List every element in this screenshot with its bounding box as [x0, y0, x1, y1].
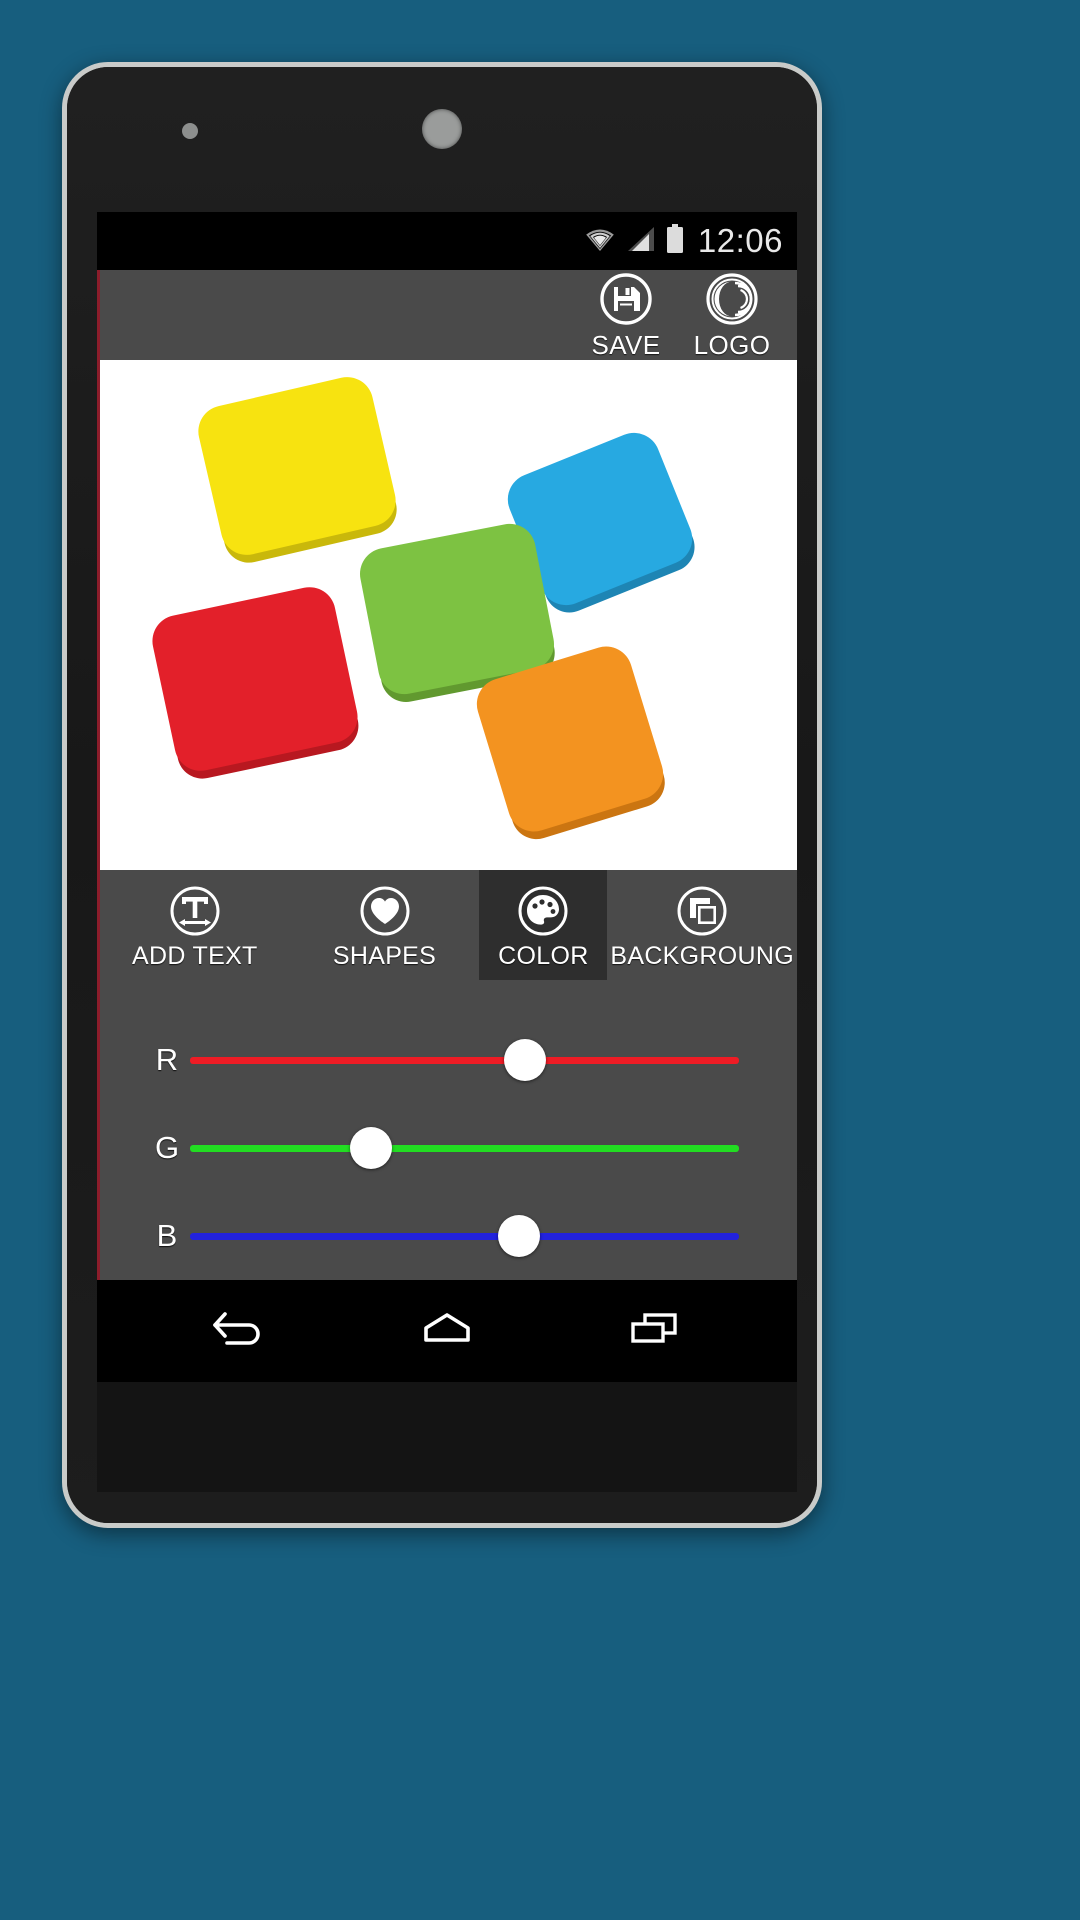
slider-g[interactable] — [190, 1127, 739, 1169]
battery-icon — [665, 223, 685, 259]
cellular-signal-icon — [626, 225, 656, 258]
logo-swirl-icon — [705, 272, 759, 331]
slider-b[interactable] — [190, 1215, 739, 1257]
slider-track-b — [190, 1232, 739, 1240]
slider-row-r: R — [144, 1016, 739, 1104]
slider-row-b: B — [144, 1192, 739, 1280]
tool-shapes[interactable]: SHAPES — [290, 870, 480, 980]
slider-label-r: R — [155, 1042, 179, 1077]
slider-r[interactable] — [190, 1039, 739, 1081]
recents-button[interactable] — [599, 1295, 709, 1365]
android-navigation-bar — [97, 1280, 797, 1380]
layers-background-icon — [676, 885, 728, 942]
phone-screen: 12:06 SAVE LOGO ADD TEXT SHAPES COLOR BA… — [97, 212, 797, 1382]
proximity-sensor-icon — [182, 123, 198, 139]
tool-background[interactable]: BACKGROUNG — [607, 870, 797, 980]
logo-button[interactable]: LOGO — [679, 272, 785, 358]
home-button[interactable] — [392, 1295, 502, 1365]
slider-track-g — [190, 1144, 739, 1152]
text-tool-icon — [169, 885, 221, 942]
tool-background-label: BACKGROUNG — [610, 942, 794, 970]
front-camera-icon — [422, 109, 462, 149]
save-button[interactable]: SAVE — [573, 272, 679, 358]
heart-shape-icon — [359, 885, 411, 942]
tool-color-label: COLOR — [498, 942, 589, 970]
wifi-icon — [583, 225, 617, 258]
status-bar: 12:06 — [97, 212, 797, 270]
rgb-slider-panel: R G B — [97, 980, 797, 1280]
yellow-rounded-square[interactable] — [193, 371, 401, 561]
slider-thumb-r[interactable] — [503, 1039, 546, 1081]
slider-label-b: B — [156, 1218, 178, 1253]
recents-icon — [623, 1306, 685, 1355]
tool-add-text-label: ADD TEXT — [132, 942, 258, 970]
app-toolbar: SAVE LOGO — [97, 270, 797, 360]
paint-palette-icon — [517, 885, 569, 942]
status-bar-icons — [583, 223, 685, 259]
tool-add-text[interactable]: ADD TEXT — [100, 870, 290, 980]
slider-label-g: G — [154, 1130, 180, 1165]
status-bar-clock: 12:06 — [697, 222, 783, 259]
phone-bottom-chin — [97, 1382, 797, 1492]
slider-thumb-b[interactable] — [498, 1215, 541, 1257]
tool-shapes-label: SHAPES — [332, 942, 437, 970]
logo-button-label: LOGO — [693, 330, 771, 360]
save-button-label: SAVE — [591, 330, 661, 360]
back-button[interactable] — [185, 1295, 295, 1365]
floppy-disk-save-icon — [599, 272, 653, 331]
slider-thumb-g[interactable] — [350, 1127, 393, 1169]
slider-row-g: G — [144, 1104, 739, 1192]
back-arrow-icon — [209, 1306, 271, 1355]
tool-color[interactable]: COLOR — [479, 870, 608, 980]
home-icon — [416, 1306, 478, 1355]
phone-body: 12:06 SAVE LOGO ADD TEXT SHAPES COLOR BA… — [67, 67, 817, 1523]
slider-track-r — [190, 1056, 739, 1064]
tool-strip: ADD TEXT SHAPES COLOR BACKGROUNG — [97, 870, 797, 980]
red-rounded-square[interactable] — [147, 582, 363, 776]
phone-device: 12:06 SAVE LOGO ADD TEXT SHAPES COLOR BA… — [62, 62, 822, 1528]
drawing-canvas[interactable] — [97, 360, 797, 870]
